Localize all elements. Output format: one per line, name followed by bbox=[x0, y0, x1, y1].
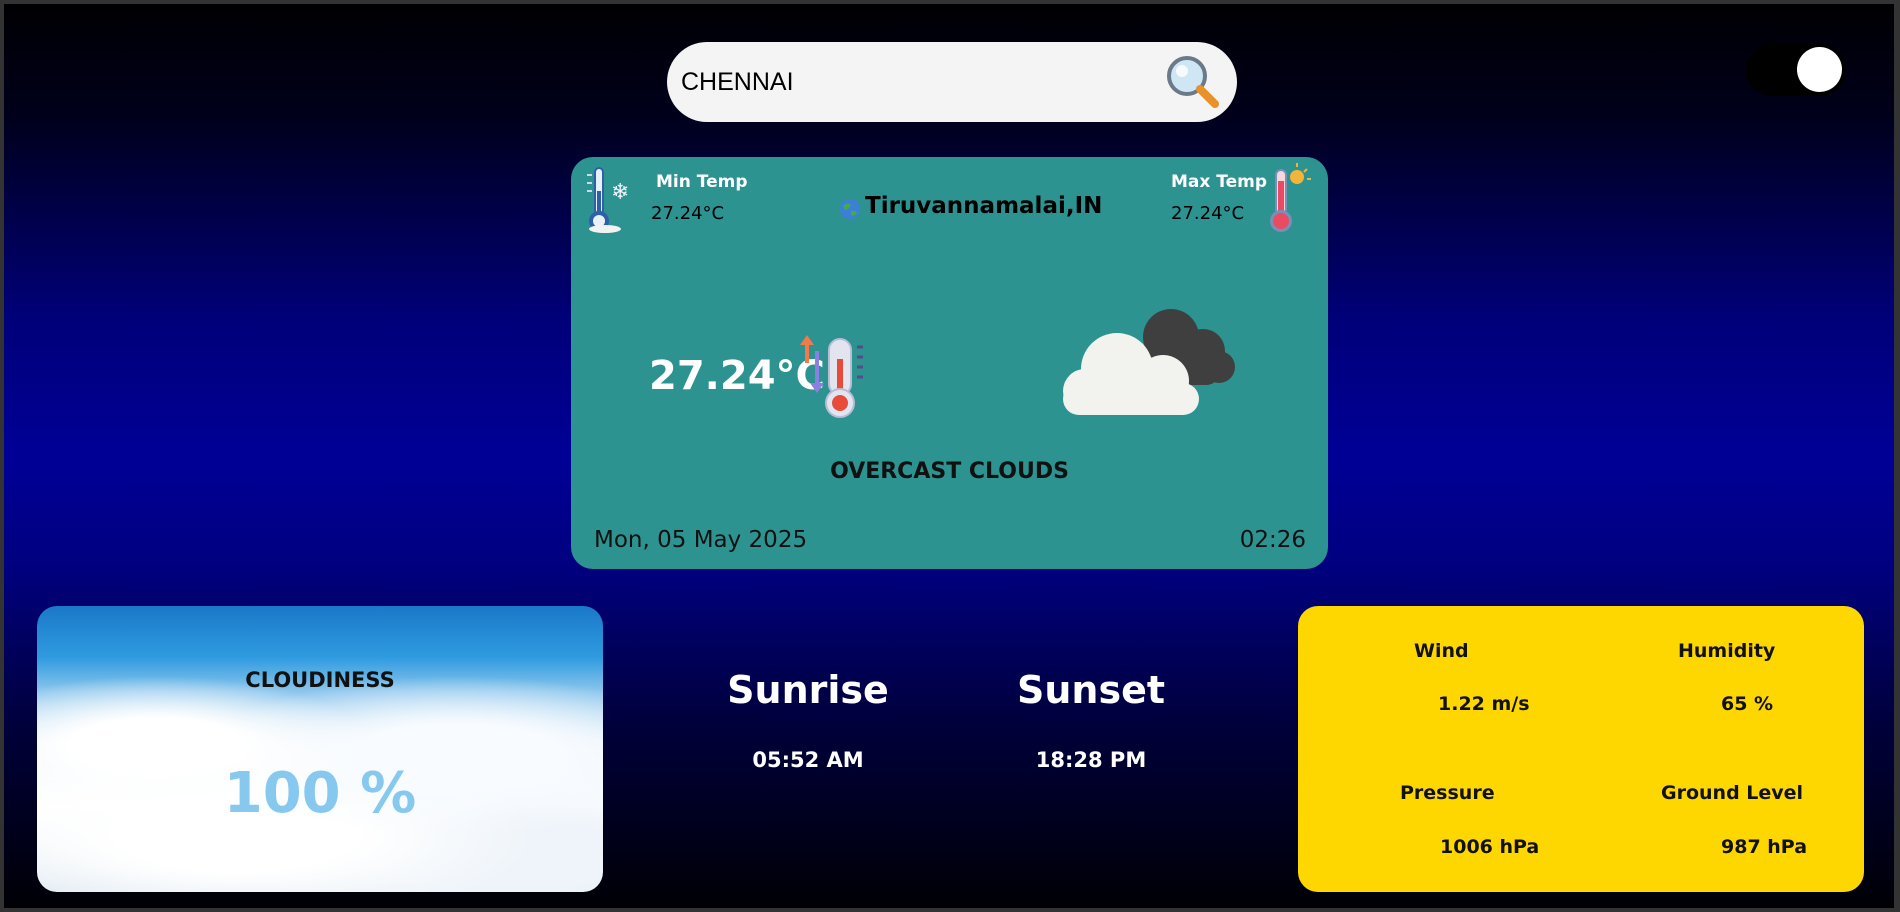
weather-stats-card: Wind 1.22 m/s Humidity 65 % Pressure 100… bbox=[1298, 606, 1864, 892]
humidity-value: 65 % bbox=[1721, 693, 1774, 715]
overcast-cloud-icon bbox=[1063, 309, 1235, 415]
ground-level-label: Ground Level bbox=[1661, 782, 1804, 804]
thermometer-hot-icon bbox=[1270, 163, 1311, 232]
cloudiness-card: CLOUDINESS 100 % bbox=[37, 606, 603, 892]
cloudiness-title: CLOUDINESS bbox=[245, 668, 395, 692]
min-temp-label: Min Temp bbox=[656, 172, 748, 192]
current-time: 02:26 bbox=[1239, 527, 1306, 553]
wind-value: 1.22 m/s bbox=[1438, 693, 1530, 715]
search-button[interactable] bbox=[1163, 52, 1223, 112]
svg-text:❄: ❄ bbox=[611, 180, 629, 205]
cloudiness-value: 100 % bbox=[223, 761, 417, 826]
pressure-value: 1006 hPa bbox=[1440, 836, 1540, 858]
weather-card: ❄ Min Temp 27.24°C Tiruvannamalai,IN Max… bbox=[571, 157, 1328, 569]
sunrise-time: 05:52 AM bbox=[752, 748, 864, 772]
search-bar bbox=[667, 42, 1237, 122]
wind-label: Wind bbox=[1414, 640, 1469, 662]
theme-toggle[interactable] bbox=[1746, 44, 1846, 96]
globe-icon bbox=[840, 199, 860, 219]
pressure-label: Pressure bbox=[1400, 782, 1495, 804]
thermometer-icon bbox=[800, 335, 863, 418]
app-window: ❄ Min Temp 27.24°C Tiruvannamalai,IN Max… bbox=[4, 4, 1894, 908]
sunrise-label: Sunrise bbox=[727, 668, 889, 712]
sunset-label: Sunset bbox=[1016, 668, 1166, 712]
max-temp-value: 27.24°C bbox=[1171, 203, 1245, 224]
weather-description: OVERCAST CLOUDS bbox=[830, 459, 1069, 484]
current-date: Mon, 05 May 2025 bbox=[594, 527, 808, 553]
search-icon bbox=[1167, 56, 1219, 108]
min-temp-value: 27.24°C bbox=[651, 203, 725, 224]
max-temp-label: Max Temp bbox=[1171, 172, 1268, 192]
location-name: Tiruvannamalai,IN bbox=[865, 193, 1103, 219]
thermometer-cold-icon: ❄ bbox=[587, 167, 629, 233]
sunset-time: 18:28 PM bbox=[1035, 748, 1147, 772]
ground-level-value: 987 hPa bbox=[1721, 836, 1808, 858]
search-input[interactable] bbox=[679, 58, 1153, 106]
humidity-label: Humidity bbox=[1678, 640, 1776, 662]
toggle-knob bbox=[1797, 47, 1842, 92]
